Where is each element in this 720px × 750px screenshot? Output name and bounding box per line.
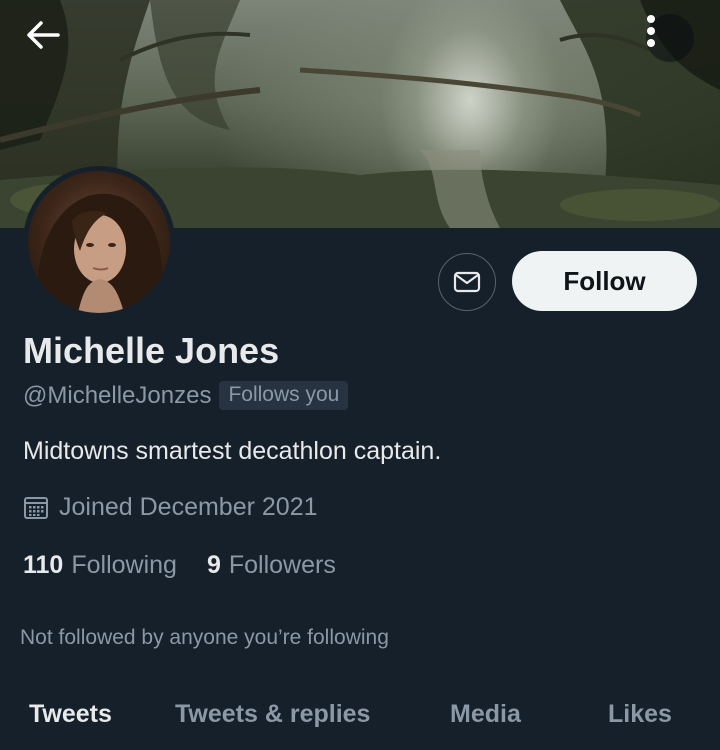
- followers-count: 9: [206, 551, 221, 579]
- tab-tweets[interactable]: Tweets: [29, 700, 112, 729]
- followers-label: Followers: [228, 551, 336, 579]
- profile-tabs: Tweets Tweets & replies Media Likes: [0, 690, 720, 750]
- followers-link[interactable]: 9 Followers: [207, 551, 336, 580]
- avatar[interactable]: [23, 166, 175, 318]
- following-count: 110: [23, 551, 64, 579]
- arrow-left-icon: [27, 21, 60, 49]
- handle-row: @MichelleJonzes Follows you: [23, 381, 349, 410]
- following-label: Following: [71, 551, 177, 579]
- follow-button[interactable]: Follow: [512, 251, 697, 311]
- tab-media[interactable]: Media: [450, 700, 521, 729]
- follows-you-badge: Follows you: [219, 381, 349, 410]
- message-button[interactable]: [438, 253, 496, 311]
- more-vertical-icon: [647, 15, 655, 47]
- profile-handle: @MichelleJonzes: [23, 381, 212, 409]
- avatar-image: [28, 171, 170, 313]
- joined-row: Joined December 2021: [23, 493, 318, 522]
- more-options-button[interactable]: [646, 14, 694, 62]
- tab-tweets-replies[interactable]: Tweets & replies: [175, 700, 370, 729]
- back-button[interactable]: [26, 20, 66, 60]
- calendar-icon: [24, 496, 48, 519]
- follow-stats: 110 Following 9 Followers: [23, 551, 336, 580]
- profile-name: Michelle Jones: [23, 330, 280, 371]
- joined-date: Joined December 2021: [59, 493, 318, 521]
- envelope-icon: [453, 271, 481, 293]
- not-followed-notice: Not followed by anyone you’re following: [20, 626, 389, 649]
- profile-bio: Midtowns smartest decathlon captain.: [23, 437, 442, 465]
- following-link[interactable]: 110 Following: [23, 551, 177, 580]
- tab-likes[interactable]: Likes: [608, 700, 672, 729]
